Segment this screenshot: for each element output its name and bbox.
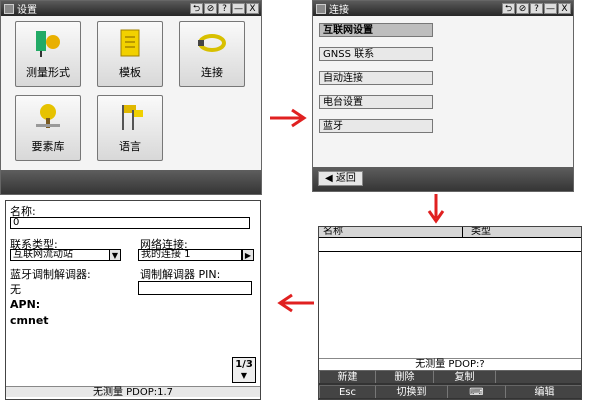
- modem-pin-field[interactable]: [138, 281, 252, 295]
- settings-window: 设置 ⮌ ⊘ ? — X 测量形式 模板 连接 要素库 语言: [0, 0, 262, 195]
- delete-button[interactable]: 删除: [375, 370, 433, 383]
- menu-bluetooth[interactable]: 蓝牙: [319, 119, 433, 133]
- tile-connect[interactable]: 连接: [179, 21, 245, 87]
- tile-label: 语言: [119, 140, 141, 153]
- copy-button[interactable]: 复制: [433, 370, 495, 383]
- apn-value: cmnet: [10, 314, 49, 327]
- window-title: 连接: [329, 5, 349, 16]
- tile-feature-library[interactable]: 要素库: [15, 95, 81, 161]
- esc-button[interactable]: Esc: [319, 385, 375, 398]
- tile-survey-style[interactable]: 测量形式: [15, 21, 81, 87]
- connect-cable-icon: [198, 34, 226, 52]
- help-icon[interactable]: ?: [218, 3, 231, 14]
- title-bar: 连接 ⮌ ⊘ ? — X: [313, 1, 573, 16]
- minimize-icon[interactable]: —: [232, 3, 245, 14]
- back-button[interactable]: ◀ 返回: [318, 171, 363, 186]
- close-icon[interactable]: X: [558, 3, 571, 14]
- back-icon[interactable]: ⮌: [502, 3, 515, 14]
- back-button-label: 返回: [335, 173, 356, 184]
- survey-style-icon: [36, 31, 60, 57]
- language-flags-icon: [122, 105, 143, 130]
- window-title: 设置: [17, 5, 37, 16]
- page-indicator: 1/3: [235, 359, 253, 370]
- minimize-icon[interactable]: —: [544, 3, 557, 14]
- keyboard-icon[interactable]: ⌨: [447, 385, 505, 398]
- app-logo-icon: [316, 3, 326, 14]
- stop-icon[interactable]: ⊘: [516, 3, 529, 14]
- switch-to-button[interactable]: 切换到: [375, 385, 447, 398]
- chevron-down-icon[interactable]: ▼: [109, 249, 121, 261]
- tile-label: 连接: [201, 66, 223, 79]
- contact-edit-window: 名称: 0 联系类型: 互联网流动站 ▼ 网络连接: 我的连接 1 ▶ 蓝牙调制…: [5, 200, 261, 400]
- chevron-right-icon[interactable]: ▶: [242, 249, 254, 261]
- name-field[interactable]: 0: [10, 217, 250, 229]
- feature-library-icon: [36, 104, 60, 128]
- contact-type-select[interactable]: 互联网流动站: [10, 249, 110, 261]
- menu-internet-setup[interactable]: 互联网设置: [319, 23, 433, 37]
- bluetooth-modem-value: 无: [10, 283, 21, 296]
- arrow-right-icon: [270, 108, 307, 128]
- connect-window: 连接 ⮌ ⊘ ? — X 互联网设置 GNSS 联系 自动连接 电台设置 蓝牙 …: [312, 0, 574, 192]
- empty-softkey: [495, 370, 581, 383]
- template-icon: [120, 29, 140, 57]
- stop-icon[interactable]: ⊘: [204, 3, 217, 14]
- tile-label: 测量形式: [26, 66, 70, 79]
- arrow-down-icon: [427, 194, 445, 224]
- app-logo-icon: [4, 3, 14, 14]
- column-divider: [462, 227, 463, 238]
- list-header: 名称 类型: [319, 227, 581, 238]
- menu-auto-connect[interactable]: 自动连接: [319, 71, 433, 85]
- tile-language[interactable]: 语言: [97, 95, 163, 161]
- column-header-name[interactable]: 名称: [323, 227, 343, 237]
- bluetooth-modem-label: 蓝牙调制解调器:: [10, 268, 91, 281]
- network-connection-select[interactable]: 我的连接 1: [138, 249, 242, 261]
- list-separator: [319, 251, 581, 252]
- close-icon[interactable]: X: [246, 3, 259, 14]
- status-line: 无测量 PDOP:1.7: [6, 386, 260, 398]
- new-button[interactable]: 新建: [319, 370, 375, 383]
- tile-label: 模板: [119, 66, 141, 79]
- help-icon[interactable]: ?: [530, 3, 543, 14]
- bottom-bar: ◀ 返回: [313, 167, 573, 191]
- tile-template[interactable]: 模板: [97, 21, 163, 87]
- softkey-bar: 新建 删除 复制 Esc 切换到 ⌨ 编辑: [319, 370, 581, 399]
- bottom-bar: [1, 170, 261, 194]
- menu-gnss-contacts[interactable]: GNSS 联系: [319, 47, 433, 61]
- column-header-type[interactable]: 类型: [471, 227, 491, 237]
- edit-button[interactable]: 编辑: [505, 385, 581, 398]
- modem-pin-label: 调制解调器 PIN:: [140, 268, 221, 281]
- menu-radio-settings[interactable]: 电台设置: [319, 95, 433, 109]
- status-line: 无测量 PDOP:?: [319, 358, 581, 370]
- apn-label: APN:: [10, 298, 41, 311]
- arrow-left-icon: [277, 293, 314, 313]
- page-indicator-button[interactable]: 1/3 ▼: [232, 357, 256, 383]
- back-icon[interactable]: ⮌: [190, 3, 203, 14]
- tile-label: 要素库: [31, 140, 65, 153]
- contacts-list-window: 名称 类型 无测量 PDOP:? 新建 删除 复制 Esc 切换到 ⌨ 编辑: [318, 226, 582, 400]
- page-down-icon: ▼: [240, 371, 248, 380]
- title-bar: 设置 ⮌ ⊘ ? — X: [1, 1, 261, 16]
